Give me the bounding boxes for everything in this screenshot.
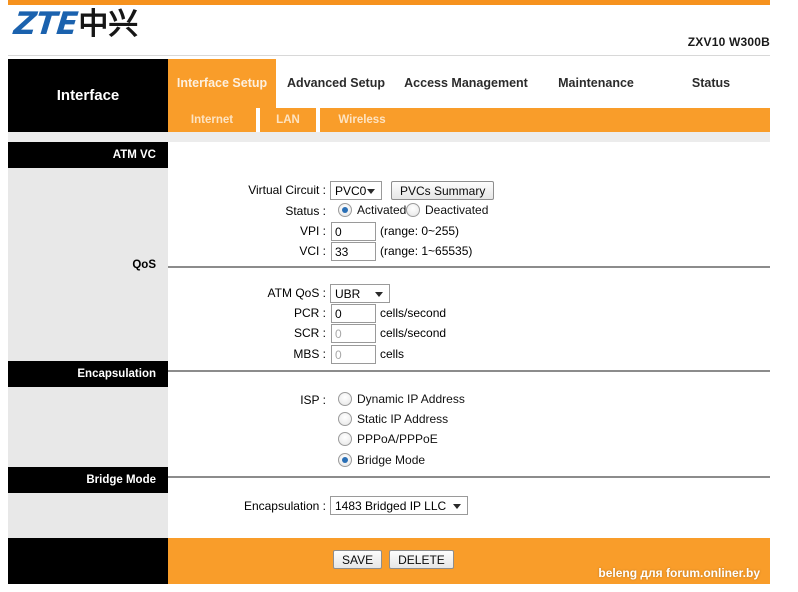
label-virtual-circuit: Virtual Circuit : xyxy=(248,183,326,197)
mbs-input[interactable] xyxy=(331,345,376,364)
vci-range-hint: (range: 1~65535) xyxy=(380,244,473,258)
logo-cjk-text: 中兴 xyxy=(78,7,139,42)
label-mbs: MBS : xyxy=(293,347,326,361)
radio-label-static-ip: Static IP Address xyxy=(357,412,449,426)
radio-label-pppoa-pppoe: PPPoA/PPPoE xyxy=(357,432,438,446)
atm-qos-value: UBR xyxy=(335,286,361,301)
radio-status-activated[interactable]: Activated xyxy=(338,203,406,217)
label-pcr: PCR : xyxy=(293,306,326,320)
main-navigation: Interface Interface Setup Advanced Setup… xyxy=(0,59,798,132)
device-model-label: ZXV10 W300B xyxy=(687,35,770,49)
virtual-circuit-select[interactable]: PVC0 xyxy=(330,181,382,200)
nav-subtab-list: Internet LAN Wireless xyxy=(168,108,770,132)
encapsulation-select[interactable]: 1483 Bridged IP LLC xyxy=(330,496,468,515)
pvcs-summary-button[interactable]: PVCs Summary xyxy=(391,181,495,200)
virtual-circuit-value: PVC0 xyxy=(335,183,367,198)
label-encapsulation: Encapsulation : xyxy=(243,499,326,513)
vpi-range-hint: (range: 0~255) xyxy=(380,224,460,238)
radio-status-deactivated[interactable]: Deactivated xyxy=(406,203,488,217)
radio-icon-static-ip xyxy=(338,412,352,426)
section-header-qos: QoS xyxy=(132,259,156,271)
mbs-unit-label: cells xyxy=(380,347,405,361)
radio-label-dynamic-ip: Dynamic IP Address xyxy=(357,392,465,406)
radio-label-deactivated: Deactivated xyxy=(425,203,489,217)
tab-advanced-setup[interactable]: Advanced Setup xyxy=(276,59,396,108)
divider-encapsulation xyxy=(168,370,770,372)
tab-maintenance[interactable]: Maintenance xyxy=(536,59,656,108)
scr-input[interactable] xyxy=(331,324,376,343)
divider-bridge-mode xyxy=(168,476,770,478)
subtab-lan[interactable]: LAN xyxy=(260,108,316,132)
label-atm-qos: ATM QoS : xyxy=(267,286,326,300)
label-status: Status : xyxy=(285,204,326,218)
page-footer: SAVE DELETE beleng для forum.onliner.by xyxy=(8,538,770,584)
radio-isp-dynamic-ip[interactable]: Dynamic IP Address xyxy=(338,392,465,406)
section-header-atm-vc: ATM VC xyxy=(8,142,168,168)
radio-isp-bridge-mode[interactable]: Bridge Mode xyxy=(338,453,425,467)
label-isp: ISP : xyxy=(300,393,326,407)
radio-isp-static-ip[interactable]: Static IP Address xyxy=(338,412,448,426)
pcr-unit-label: cells/second xyxy=(380,306,447,320)
scr-unit-label: cells/second xyxy=(380,326,447,340)
bottom-spacer xyxy=(0,584,798,592)
radio-label-bridge-mode: Bridge Mode xyxy=(357,453,426,467)
page-header: ZTE中兴 ZXV10 W300B xyxy=(0,5,798,57)
atm-qos-select[interactable]: UBR xyxy=(330,284,390,303)
radio-isp-pppoa-pppoe[interactable]: PPPoA/PPPoE xyxy=(338,432,438,446)
footer-action-buttons: SAVE DELETE xyxy=(333,550,454,569)
vpi-input[interactable] xyxy=(331,222,376,241)
subtab-wireless[interactable]: Wireless xyxy=(320,108,404,132)
content-panel: ATM VC QoS Encapsulation Bridge Mode Vir… xyxy=(8,142,770,592)
section-header-bridge-mode: Bridge Mode xyxy=(8,467,168,493)
footer-sidebar-block xyxy=(8,538,168,584)
label-scr: SCR : xyxy=(293,326,326,340)
header-divider xyxy=(8,55,770,56)
vci-input[interactable] xyxy=(331,242,376,261)
radio-label-activated: Activated xyxy=(357,203,407,217)
radio-icon-activated xyxy=(338,203,352,217)
pcr-input[interactable] xyxy=(331,304,376,323)
chevron-down-icon xyxy=(375,291,383,297)
nav-underline xyxy=(8,132,770,142)
nav-tab-list: Interface Setup Advanced Setup Access Ma… xyxy=(168,59,770,108)
encapsulation-value: 1483 Bridged IP LLC xyxy=(335,498,447,513)
label-vci: VCI : xyxy=(299,244,326,258)
radio-icon-deactivated xyxy=(406,203,420,217)
logo-latin-text: ZTE xyxy=(12,6,80,42)
subtab-internet[interactable]: Internet xyxy=(168,108,256,132)
save-button[interactable]: SAVE xyxy=(333,550,383,569)
radio-icon-dynamic-ip xyxy=(338,392,352,406)
radio-icon-bridge-mode xyxy=(338,453,352,467)
tab-interface-setup[interactable]: Interface Setup xyxy=(168,59,276,108)
forum-watermark: beleng для forum.onliner.by xyxy=(598,566,760,580)
section-header-encapsulation: Encapsulation xyxy=(8,361,168,387)
chevron-down-icon xyxy=(453,503,461,509)
label-vpi: VPI : xyxy=(299,224,326,238)
divider-qos xyxy=(168,266,770,268)
nav-brand-interface: Interface xyxy=(8,59,168,132)
radio-icon-pppoa-pppoe xyxy=(338,432,352,446)
chevron-down-icon xyxy=(367,188,375,194)
delete-button[interactable]: DELETE xyxy=(389,550,454,569)
tab-status[interactable]: Status xyxy=(656,59,766,108)
zte-logo: ZTE中兴 xyxy=(12,6,139,42)
tab-access-management[interactable]: Access Management xyxy=(396,59,536,108)
